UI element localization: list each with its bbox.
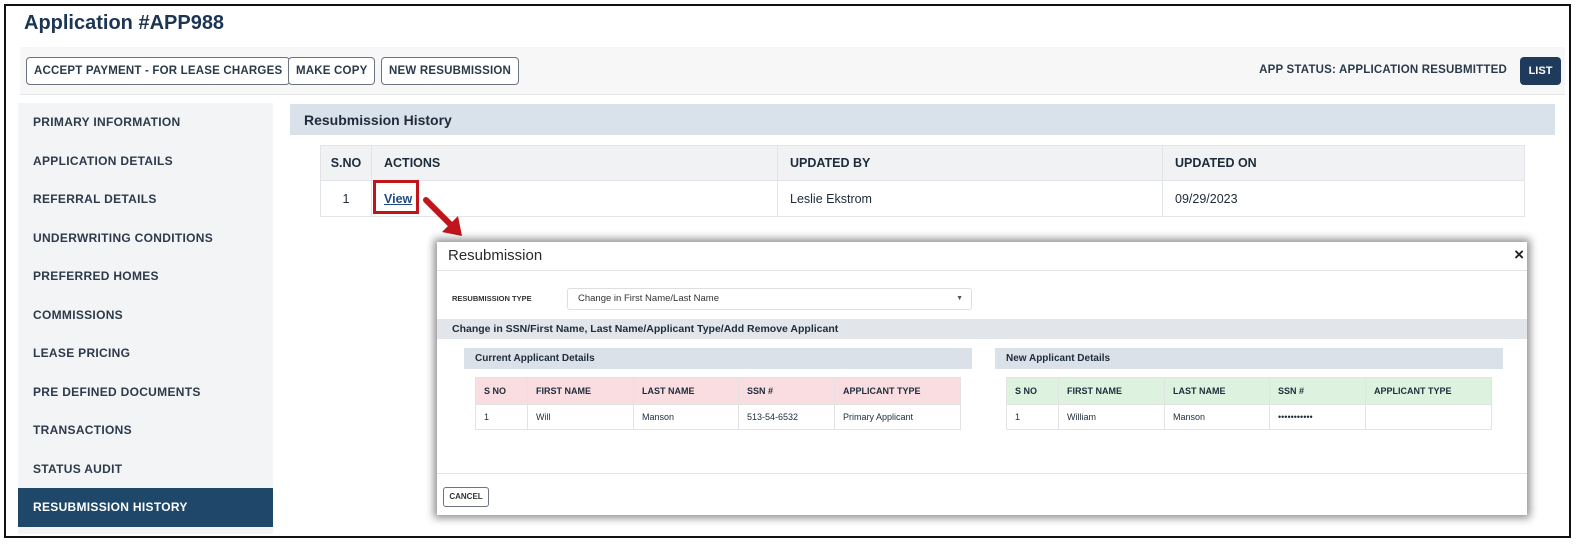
page-title: Application #APP988	[24, 12, 225, 34]
table-header-row: S.NO ACTIONS UPDATED BY UPDATED ON	[320, 145, 1525, 181]
cancel-button[interactable]: CANCEL	[443, 487, 489, 507]
cell-updated-on: 09/29/2023	[1162, 180, 1525, 217]
change-type-bar: Change in SSN/First Name, Last Name/Appl…	[437, 319, 1527, 339]
cell-last-name: Manson	[1164, 404, 1270, 430]
cell-applicant-type	[1365, 404, 1492, 430]
resubmission-modal: Resubmission × RESUBMISSION TYPE Change …	[437, 242, 1527, 515]
app-status-text: APP STATUS: APPLICATION RESUBMITTED	[1259, 64, 1507, 76]
modal-divider	[437, 270, 1527, 271]
table-row: 1 View Leslie Ekstrom 09/29/2023	[320, 180, 1525, 217]
resubmission-history-table: S.NO ACTIONS UPDATED BY UPDATED ON 1 Vie…	[320, 145, 1525, 217]
resubmission-type-select[interactable]: Change in First Name/Last Name ▼	[567, 288, 972, 310]
new-applicant-header: New Applicant Details	[995, 348, 1503, 369]
column-header-first-name: FIRST NAME	[527, 377, 634, 405]
table-row: 1 Will Manson 513-54-6532 Primary Applic…	[475, 404, 961, 430]
new-applicant-title: New Applicant Details	[1006, 353, 1111, 364]
current-applicant-header: Current Applicant Details	[464, 348, 972, 369]
column-header-sno: S.NO	[320, 145, 372, 181]
section-title: Resubmission History	[304, 112, 452, 128]
column-header-first-name: FIRST NAME	[1058, 377, 1165, 405]
current-applicant-table: S NO FIRST NAME LAST NAME SSN # APPLICAN…	[475, 377, 961, 430]
column-header-applicant-type: APPLICANT TYPE	[834, 377, 961, 405]
column-header-sno: S NO	[475, 377, 528, 405]
table-row: 1 William Manson •••••••••••	[1006, 404, 1492, 430]
column-header-updated-on: UPDATED ON	[1162, 145, 1525, 181]
close-icon[interactable]: ×	[1514, 245, 1524, 265]
current-applicant-title: Current Applicant Details	[475, 353, 595, 364]
sidebar-item-commissions[interactable]: COMMISSIONS	[18, 296, 273, 335]
column-header-actions: ACTIONS	[371, 145, 778, 181]
sidebar-item-lease-pricing[interactable]: LEASE PRICING	[18, 334, 273, 373]
column-header-applicant-type: APPLICANT TYPE	[1365, 377, 1492, 405]
sidebar-item-preferred-homes[interactable]: PREFERRED HOMES	[18, 257, 273, 296]
cell-sno: 1	[475, 404, 528, 430]
sidebar-item-pre-defined-documents[interactable]: PRE DEFINED DOCUMENTS	[18, 373, 273, 412]
sidebar-item-application-details[interactable]: APPLICATION DETAILS	[18, 142, 273, 181]
accept-payment-button[interactable]: ACCEPT PAYMENT - FOR LEASE CHARGES	[26, 57, 291, 85]
highlight-box	[373, 180, 419, 214]
modal-title: Resubmission	[448, 247, 543, 264]
cell-first-name: Will	[527, 404, 634, 430]
cell-updated-by: Leslie Ekstrom	[777, 180, 1163, 217]
resubmission-type-label: RESUBMISSION TYPE	[452, 294, 532, 303]
cell-last-name: Manson	[633, 404, 739, 430]
make-copy-button[interactable]: MAKE COPY	[288, 57, 376, 85]
cell-ssn: •••••••••••	[1269, 404, 1366, 430]
sidebar-item-referral-details[interactable]: REFERRAL DETAILS	[18, 180, 273, 219]
pointer-arrow-icon	[423, 197, 462, 236]
change-type-title: Change in SSN/First Name, Last Name/Appl…	[452, 323, 839, 335]
cell-ssn: 513-54-6532	[738, 404, 835, 430]
sidebar-item-status-audit[interactable]: STATUS AUDIT	[18, 450, 273, 489]
column-header-last-name: LAST NAME	[1164, 377, 1270, 405]
new-resubmission-button[interactable]: NEW RESUBMISSION	[381, 57, 520, 85]
column-header-ssn: SSN #	[1269, 377, 1366, 405]
new-applicant-table: S NO FIRST NAME LAST NAME SSN # APPLICAN…	[1006, 377, 1492, 430]
list-button[interactable]: LIST	[1520, 57, 1561, 85]
sidebar-item-resubmission-history[interactable]: RESUBMISSION HISTORY	[18, 488, 273, 527]
cell-sno: 1	[320, 180, 372, 217]
sidebar-nav: PRIMARY INFORMATION APPLICATION DETAILS …	[18, 103, 273, 534]
column-header-updated-by: UPDATED BY	[777, 145, 1163, 181]
chevron-down-icon: ▼	[956, 295, 963, 302]
sidebar-item-primary-information[interactable]: PRIMARY INFORMATION	[18, 103, 273, 142]
column-header-last-name: LAST NAME	[633, 377, 739, 405]
cell-first-name: William	[1058, 404, 1165, 430]
table-header-row: S NO FIRST NAME LAST NAME SSN # APPLICAN…	[1006, 377, 1492, 405]
section-header: Resubmission History	[290, 104, 1555, 135]
sidebar-item-underwriting-conditions[interactable]: UNDERWRITING CONDITIONS	[18, 219, 273, 258]
toolbar: ACCEPT PAYMENT - FOR LEASE CHARGES MAKE …	[20, 47, 1565, 95]
cell-applicant-type: Primary Applicant	[834, 404, 961, 430]
table-header-row: S NO FIRST NAME LAST NAME SSN # APPLICAN…	[475, 377, 961, 405]
column-header-ssn: SSN #	[738, 377, 835, 405]
cell-sno: 1	[1006, 404, 1059, 430]
modal-footer-divider	[437, 473, 1527, 474]
column-header-sno: S NO	[1006, 377, 1059, 405]
sidebar-item-transactions[interactable]: TRANSACTIONS	[18, 411, 273, 450]
resubmission-type-value: Change in First Name/Last Name	[578, 293, 719, 304]
